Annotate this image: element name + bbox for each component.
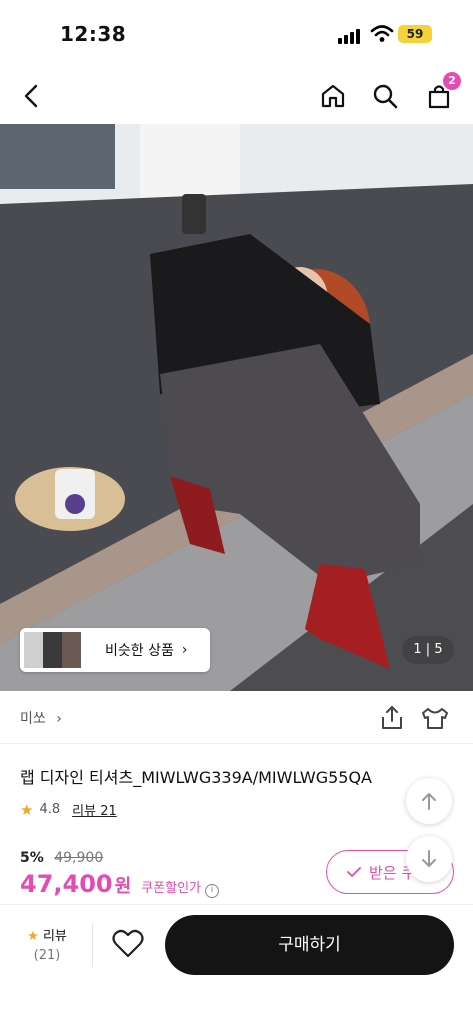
home-icon: [321, 84, 345, 108]
similar-products-button[interactable]: 비슷한 상품 ›: [20, 628, 210, 672]
brand-name: 미쏘: [20, 711, 46, 727]
info-icon[interactable]: i: [205, 884, 219, 898]
arrow-up-icon: [422, 793, 436, 810]
arrow-down-icon: [422, 850, 436, 867]
battery-indicator: 59: [398, 25, 432, 43]
review-count: (21): [33, 948, 61, 963]
search-button[interactable]: [367, 78, 403, 114]
star-icon: ★: [27, 929, 39, 944]
rating-row: ★ 4.8 리뷰 21: [20, 800, 117, 820]
brand-link[interactable]: 미쏘 ›: [20, 708, 62, 728]
discount-rate: 5%: [20, 850, 44, 866]
search-icon: [373, 84, 398, 109]
buy-button[interactable]: 구매하기: [165, 915, 454, 975]
review-tab[interactable]: ★ 리뷰 (21): [20, 925, 74, 963]
review-tab-label: 리뷰: [42, 929, 67, 944]
price-row: 47,400 원 쿠폰할인가 i: [20, 870, 219, 898]
hanger-icon[interactable]: [420, 704, 450, 732]
bottom-bar: ★ 리뷰 (21) 구매하기: [0, 904, 473, 1024]
discount-row: 5% 49,900: [20, 850, 103, 866]
home-button[interactable]: [315, 78, 351, 114]
check-icon: [347, 867, 361, 877]
currency: 원: [114, 876, 132, 897]
cart-count-badge: 2: [443, 72, 461, 90]
status-bar: 12:38 59: [0, 0, 473, 68]
coupon-price-label: 쿠폰할인가: [141, 881, 201, 896]
cellular-signal-icon: [338, 28, 364, 44]
share-icon[interactable]: [378, 704, 406, 732]
image-pager: 1 | 5: [402, 636, 454, 664]
product-title: 랩 디자인 티셔츠_MIWLWG339A/MIWLWG55QA: [20, 768, 373, 787]
back-button[interactable]: [14, 78, 50, 114]
chevron-right-icon: ›: [56, 711, 62, 727]
original-price: 49,900: [54, 850, 104, 866]
divider: [92, 923, 93, 967]
status-time: 12:38: [60, 22, 127, 46]
wifi-icon: [370, 25, 394, 42]
scroll-down-button[interactable]: [406, 836, 452, 882]
reviews-link[interactable]: 리뷰 21: [72, 800, 117, 819]
back-icon: [24, 84, 38, 108]
rating-value: 4.8: [39, 802, 61, 817]
heart-icon[interactable]: [112, 929, 144, 959]
cart-button[interactable]: 2: [421, 72, 461, 114]
top-nav: 2: [0, 68, 473, 124]
chevron-right-icon: ›: [181, 642, 188, 658]
similar-products-label: 비슷한 상품: [105, 643, 174, 659]
scroll-up-button[interactable]: [406, 778, 452, 824]
brand-row: 미쏘 ›: [0, 692, 473, 744]
similar-thumbnails: [24, 632, 81, 668]
product-image[interactable]: 비슷한 상품 › 1 | 5: [0, 124, 473, 691]
star-icon: ★: [20, 800, 34, 819]
sale-price: 47,400: [20, 870, 113, 898]
review-tab-label-row: ★ 리뷰: [20, 925, 74, 944]
product-photo: [0, 124, 473, 691]
